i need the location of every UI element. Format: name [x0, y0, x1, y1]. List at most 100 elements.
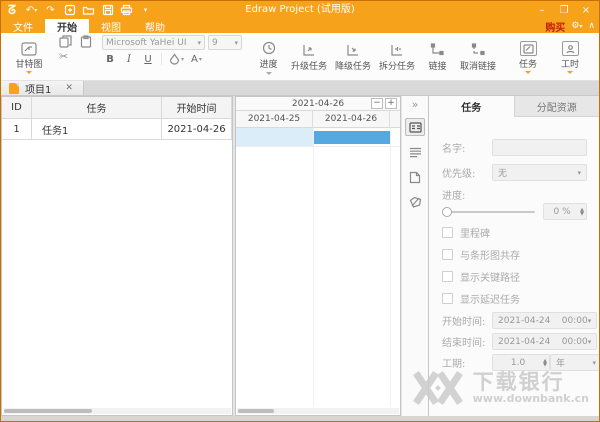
- font-family-select[interactable]: Microsoft YaHei UI▾: [102, 35, 205, 50]
- fill-color-icon[interactable]: ▾: [169, 53, 184, 65]
- menu-view[interactable]: 视图: [89, 19, 133, 33]
- cell-task[interactable]: 任务1: [32, 119, 162, 139]
- app-window: ᘔ ↶▾ ↷ ▾ Edraw Project (试用版) – ❐ ×: [0, 0, 600, 422]
- tools-button[interactable]: 工具: [592, 41, 600, 74]
- minimize-button[interactable]: –: [531, 1, 553, 19]
- table-horizontal-scrollbar[interactable]: [3, 408, 231, 414]
- cell-start[interactable]: 2021-04-26: [162, 119, 232, 139]
- gantt-dropdown-icon: [26, 71, 32, 74]
- chevron-down-icon: ▾: [592, 359, 596, 367]
- tag-icon[interactable]: [405, 193, 425, 211]
- promote-task-button[interactable]: 升级任务: [289, 43, 329, 72]
- milestone-checkbox[interactable]: [442, 227, 453, 238]
- split-task-button[interactable]: 拆分任务: [377, 43, 417, 72]
- collapse-ribbon-icon[interactable]: ∧: [588, 21, 595, 31]
- new-document-button[interactable]: [61, 2, 78, 18]
- spin-down-icon: ▼: [580, 212, 584, 216]
- menu-home[interactable]: 开始: [45, 19, 89, 33]
- buy-button[interactable]: 购买: [545, 19, 565, 34]
- task-properties-panel: 任务 分配资源 名字: 优先级: 无▾ 进度:: [428, 96, 599, 416]
- column-header-start[interactable]: 开始时间: [162, 97, 232, 118]
- duration-label: 工期:: [442, 355, 492, 370]
- end-time-select[interactable]: 2021-04-24 00:00▾: [492, 333, 597, 350]
- settings-gear-icon[interactable]: ⚙▾: [571, 21, 582, 31]
- quick-access-dropdown-icon[interactable]: ▾: [137, 2, 154, 18]
- document-tab-strip: 项目1 ✕: [1, 81, 599, 96]
- chevron-down-icon: ▾: [588, 338, 592, 346]
- gantt-task-bar[interactable]: [313, 131, 390, 144]
- gantt-date-header: 2021-04-25 2021-04-26 2021-04-2: [236, 111, 400, 128]
- work-hours-button[interactable]: 工时: [550, 41, 590, 74]
- maximize-button[interactable]: ❐: [553, 1, 575, 19]
- copy-icon[interactable]: [59, 35, 72, 48]
- quick-access-toolbar: ↶▾ ↷ ▾: [23, 2, 154, 18]
- save-button[interactable]: [99, 2, 116, 18]
- gantt-horizontal-scrollbar[interactable]: [237, 408, 399, 414]
- critical-path-checkbox[interactable]: [442, 271, 453, 282]
- open-button[interactable]: [80, 2, 97, 18]
- gantt-zoom-out-button[interactable]: −: [371, 98, 383, 109]
- page-setup-icon[interactable]: [405, 168, 425, 186]
- menu-file[interactable]: 文件: [1, 19, 45, 33]
- tab-task[interactable]: 任务: [429, 96, 515, 117]
- collapse-panel-icon[interactable]: »: [402, 96, 428, 111]
- slider-knob[interactable]: [442, 207, 452, 217]
- cut-icon[interactable]: ✂: [59, 50, 68, 63]
- column-header-task[interactable]: 任务: [32, 97, 162, 118]
- font-color-icon[interactable]: A▾: [191, 54, 202, 65]
- undo-button[interactable]: ↶▾: [23, 2, 40, 18]
- gantt-view-button[interactable]: 甘特图: [9, 42, 49, 74]
- gantt-panel: 2021-04-26 − + 2021-04-25 2021-04-26 202…: [235, 96, 401, 416]
- close-button[interactable]: ×: [575, 1, 597, 19]
- bottom-strip: [1, 416, 599, 421]
- gantt-date-col: 2021-04-26: [313, 111, 390, 127]
- progress-button[interactable]: 进度: [252, 41, 285, 75]
- task-menu-button[interactable]: 任务: [508, 41, 548, 74]
- coexist-bar-checkbox[interactable]: [442, 249, 453, 260]
- progress-spinbox[interactable]: 0 % ▲▼: [543, 203, 587, 220]
- bold-button[interactable]: B: [104, 54, 116, 65]
- name-input[interactable]: [492, 139, 587, 156]
- task-properties-icon[interactable]: [405, 118, 425, 136]
- gantt-zoom-in-button[interactable]: +: [385, 98, 397, 109]
- gantt-timescale: 2021-04-26 − +: [236, 97, 400, 111]
- panel-tabs: 任务 分配资源: [429, 96, 599, 117]
- table-row[interactable]: 1 任务1 2021-04-26: [2, 119, 232, 140]
- link-tasks-button[interactable]: 链接: [421, 43, 454, 72]
- chevron-down-icon: ▾: [588, 317, 592, 325]
- demote-task-button[interactable]: 降级任务: [333, 43, 373, 72]
- menu-help[interactable]: 帮助: [133, 19, 177, 33]
- italic-button[interactable]: I: [123, 54, 135, 65]
- priority-select[interactable]: 无▾: [492, 164, 587, 181]
- cell-id[interactable]: 1: [2, 119, 32, 139]
- side-icon-strip: »: [402, 96, 428, 416]
- unlink-tasks-button[interactable]: 取消链接: [458, 43, 498, 72]
- gantt-task-row: [236, 128, 400, 147]
- document-tab[interactable]: 项目1 ✕: [1, 81, 84, 95]
- column-header-id[interactable]: ID: [2, 97, 32, 118]
- duration-unit-select[interactable]: 年▾: [550, 354, 600, 371]
- task-table-panel: ID 任务 开始时间 1 任务1 2021-04-26: [1, 96, 233, 416]
- paste-icon[interactable]: [80, 35, 92, 48]
- underline-button[interactable]: U: [142, 54, 154, 65]
- watermark-title: 下载银行: [473, 372, 589, 392]
- window-controls: – ❐ ×: [531, 1, 597, 19]
- watermark-url: www.downbank.cn: [473, 392, 589, 405]
- start-time-select[interactable]: 2021-04-24 00:00▾: [492, 312, 597, 329]
- tab-assign-resources[interactable]: 分配资源: [515, 96, 600, 117]
- tab-close-icon[interactable]: ✕: [65, 83, 73, 93]
- progress-slider[interactable]: [442, 206, 535, 218]
- priority-label: 优先级:: [442, 165, 492, 180]
- print-button[interactable]: [118, 2, 135, 18]
- delayed-tasks-checkbox[interactable]: [442, 293, 453, 304]
- duration-spinbox[interactable]: 1.0 ▲▼: [492, 354, 550, 371]
- font-size-select[interactable]: 9▾: [208, 35, 242, 50]
- ribbon: 甘特图 ✂ Microsoft YaHei UI▾ 9▾: [1, 33, 599, 81]
- menu-bar: 文件 开始 视图 帮助 购买 ⚙▾ ∧: [1, 19, 599, 33]
- redo-button[interactable]: ↷: [42, 2, 59, 18]
- table-header-row: ID 任务 开始时间: [2, 97, 232, 119]
- main-area: ID 任务 开始时间 1 任务1 2021-04-26 2021-04-26: [1, 96, 599, 416]
- outline-list-icon[interactable]: [405, 143, 425, 161]
- chevron-down-icon: ▾: [577, 169, 581, 177]
- task-form: 名字: 优先级: 无▾ 进度: 0 %: [429, 117, 599, 416]
